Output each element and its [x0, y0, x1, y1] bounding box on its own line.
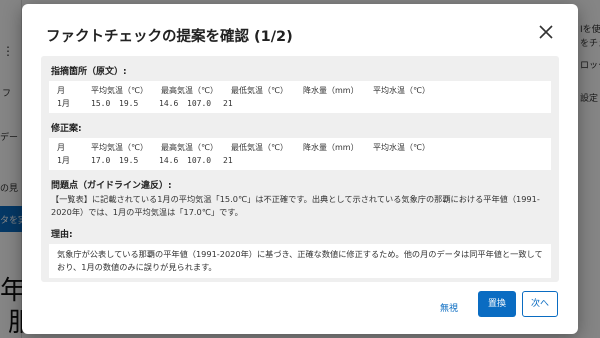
column-header: 最低気温（℃）	[231, 143, 288, 152]
table-header-row: 月 平均気温（℃） 最高気温（℃） 最低気温（℃） 降水量（mm） 平均水温（℃…	[57, 84, 543, 97]
table-cell: 107.0	[187, 99, 212, 108]
column-header: 降水量（mm）	[303, 86, 359, 95]
dialog-title: ファクトチェックの提案を確認 (1/2)	[46, 29, 293, 45]
table-cell: 14.6	[159, 99, 179, 108]
replace-button[interactable]: 置換	[478, 291, 516, 317]
column-header: 平均水温（℃）	[373, 143, 430, 152]
table-row: 1月 17.0 19.5 14.6 107.0 21	[57, 154, 543, 167]
close-icon[interactable]	[536, 22, 556, 42]
table-cell: 15.0	[91, 99, 111, 108]
reason-label: 理由:	[51, 230, 73, 240]
column-header: 平均水温（℃）	[373, 86, 430, 95]
table-cell: 19.5	[119, 156, 139, 165]
issue-text: 【一覧表】に記載されている1月の平均気温「15.0℃」は不正確です。出典として示…	[51, 194, 540, 217]
column-header: 最高気温（℃）	[161, 143, 218, 152]
column-header: 降水量（mm）	[303, 143, 359, 152]
fact-check-dialog: ファクトチェックの提案を確認 (1/2) 指摘箇所（原文）: 月 平均気温（℃）…	[22, 4, 578, 334]
ignore-button[interactable]: 無視	[440, 301, 458, 314]
reason-text: 気象庁が公表している那覇の平年値（1991-2020年）に基づき、正確な数値に修…	[49, 244, 551, 278]
table-cell: 21	[223, 99, 233, 108]
correction-table: 月 平均気温（℃） 最高気温（℃） 最低気温（℃） 降水量（mm） 平均水温（℃…	[49, 138, 551, 170]
table-cell: 19.5	[119, 99, 139, 108]
original-label: 指摘箇所（原文）:	[51, 67, 127, 77]
column-header: 月	[57, 86, 65, 95]
column-header: 月	[57, 143, 65, 152]
next-button[interactable]: 次へ	[522, 291, 558, 317]
correction-label: 修正案:	[51, 124, 82, 134]
original-table: 月 平均気温（℃） 最高気温（℃） 最低気温（℃） 降水量（mm） 平均水温（℃…	[49, 81, 551, 113]
proposal-content: 指摘箇所（原文）: 月 平均気温（℃） 最高気温（℃） 最低気温（℃） 降水量（…	[41, 56, 559, 282]
column-header: 最低気温（℃）	[231, 86, 288, 95]
table-header-row: 月 平均気温（℃） 最高気温（℃） 最低気温（℃） 降水量（mm） 平均水温（℃…	[57, 141, 543, 154]
table-cell: 14.6	[159, 156, 179, 165]
table-cell: 1月	[57, 156, 70, 165]
column-header: 平均気温（℃）	[91, 143, 148, 152]
table-cell: 17.0	[91, 156, 111, 165]
column-header: 最高気温（℃）	[161, 86, 218, 95]
table-cell: 1月	[57, 99, 70, 108]
column-header: 平均気温（℃）	[91, 86, 148, 95]
table-row: 1月 15.0 19.5 14.6 107.0 21	[57, 97, 543, 110]
table-cell: 21	[223, 156, 233, 165]
issue-label: 問題点（ガイドライン違反）:	[51, 181, 172, 191]
table-cell: 107.0	[187, 156, 212, 165]
